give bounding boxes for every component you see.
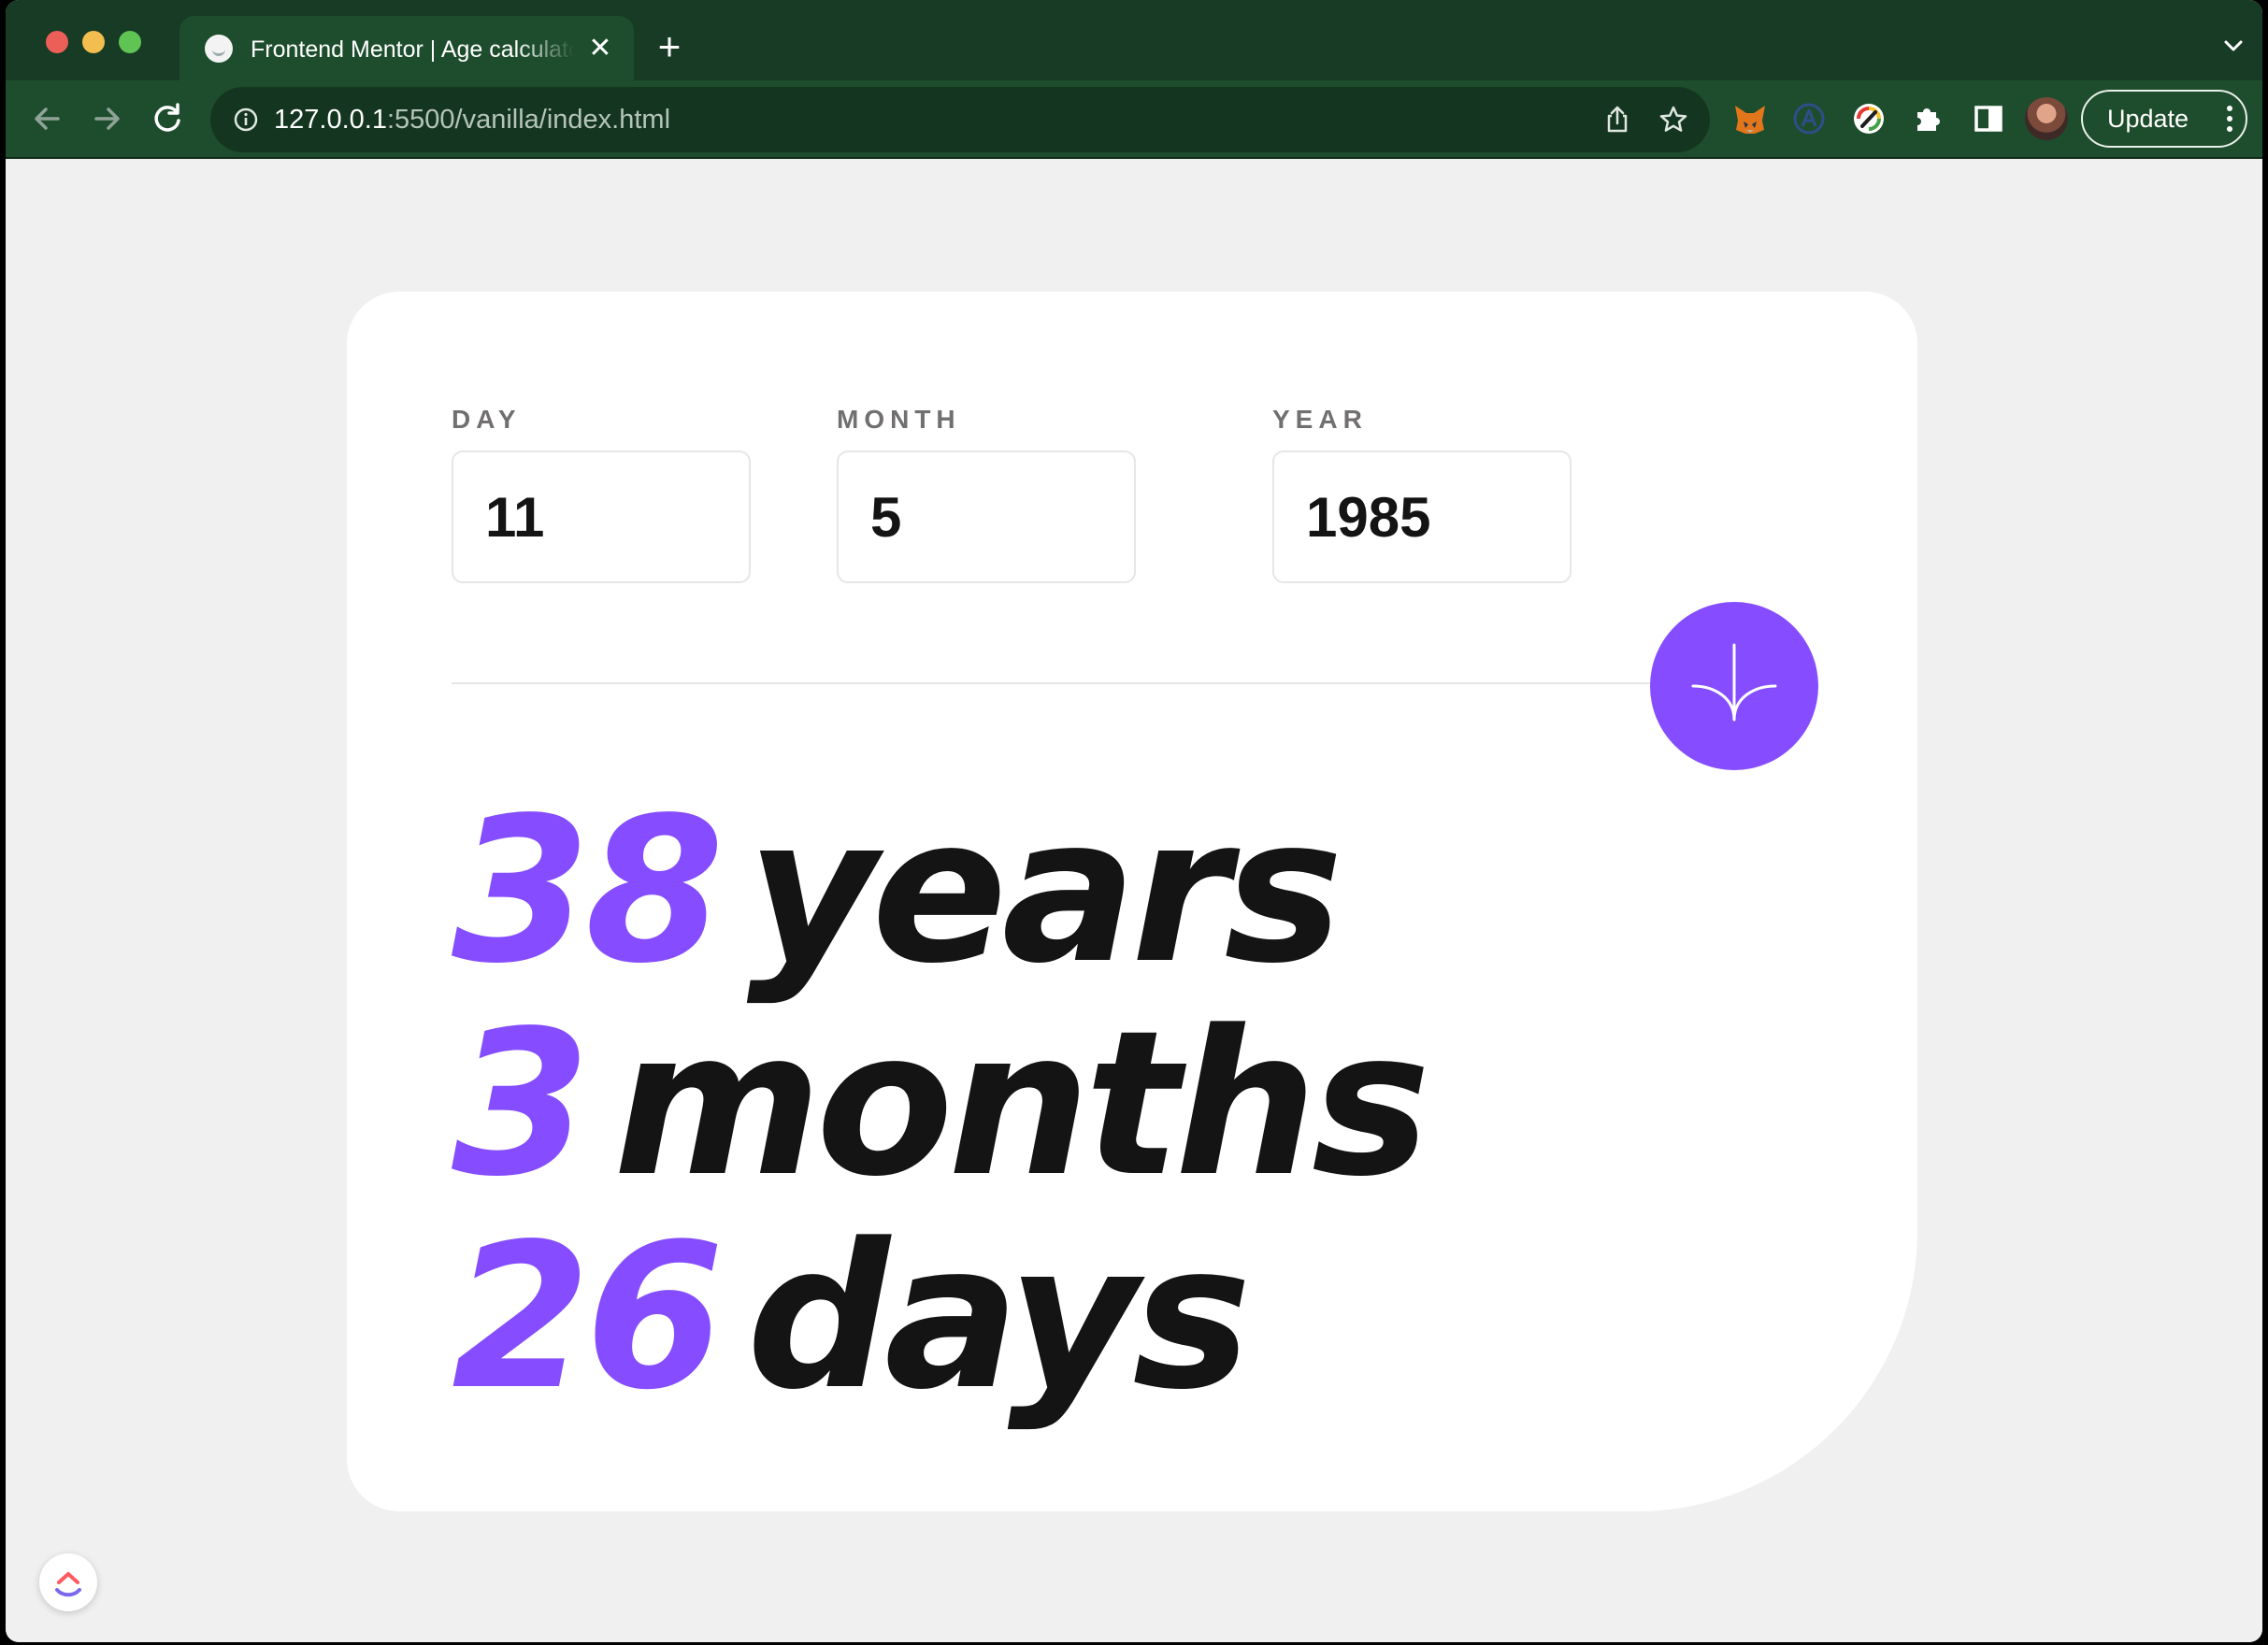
reload-icon[interactable] — [144, 95, 191, 142]
days-result: 26 days — [452, 1211, 1425, 1424]
side-panel-icon[interactable] — [1969, 99, 2008, 138]
day-input[interactable] — [452, 451, 751, 583]
years-value: 38 — [452, 775, 725, 1008]
url-host: 127.0.0.1 — [274, 105, 387, 135]
year-input[interactable] — [1272, 451, 1572, 583]
star-icon[interactable] — [1658, 104, 1689, 136]
years-unit: years — [746, 775, 1343, 1008]
days-value: 26 — [452, 1201, 725, 1434]
days-unit: days — [746, 1201, 1252, 1434]
minimize-window-button[interactable] — [82, 31, 105, 53]
months-value: 3 — [452, 988, 591, 1221]
chevron-down-icon[interactable] — [2221, 34, 2246, 58]
clickup-logo — [55, 1572, 81, 1597]
update-button[interactable]: Update — [2081, 90, 2247, 148]
more-icon[interactable] — [2227, 105, 2232, 133]
years-result: 38 years — [452, 785, 1425, 998]
info-icon[interactable] — [233, 107, 259, 133]
favicon-icon — [205, 35, 233, 63]
day-field: DAY — [452, 404, 751, 583]
arrow-down-icon — [1691, 643, 1777, 722]
page-content: DAY MONTH YEAR 38years — [6, 161, 2262, 1642]
browser-toolbar: 127.0.0.1:5500/vanilla/index.html Update — [6, 80, 2262, 159]
calculate-button[interactable] — [1650, 602, 1818, 770]
day-label: DAY — [452, 405, 522, 434]
tab-strip: Frontend Mentor | Age calculator app ✕ + — [6, 0, 2262, 80]
maximize-window-button[interactable] — [119, 31, 141, 53]
address-bar[interactable]: 127.0.0.1:5500/vanilla/index.html — [210, 87, 1710, 152]
month-label: MONTH — [837, 405, 961, 434]
months-unit: months — [612, 988, 1430, 1221]
back-icon[interactable] — [24, 95, 71, 142]
divider — [452, 682, 1658, 684]
url-text: 127.0.0.1:5500/vanilla/index.html — [274, 103, 670, 136]
url-path: :5500/vanilla/index.html — [386, 105, 671, 135]
extension-pen-icon[interactable] — [1849, 99, 1888, 138]
new-tab-button[interactable]: + — [651, 27, 688, 66]
puzzle-icon[interactable] — [1909, 99, 1948, 138]
year-label: YEAR — [1272, 405, 1368, 434]
age-calculator-card: DAY MONTH YEAR 38years — [347, 292, 1917, 1511]
extension-a-icon[interactable] — [1789, 99, 1829, 138]
close-window-button[interactable] — [46, 31, 68, 53]
update-label: Update — [2107, 105, 2189, 133]
tab-close-icon[interactable]: ✕ — [584, 33, 616, 64]
months-result: 3 months — [452, 998, 1430, 1211]
results: 38 years 3 months 26 days — [452, 785, 1430, 1424]
share-icon[interactable] — [1601, 104, 1633, 136]
tab-title: Frontend Mentor | Age calculator app — [251, 36, 574, 63]
avatar[interactable] — [2025, 97, 2068, 140]
forward-icon[interactable] — [83, 95, 130, 142]
metamask-fox-icon[interactable] — [1730, 99, 1770, 138]
tab-active[interactable]: Frontend Mentor | Age calculator app ✕ — [179, 16, 634, 80]
clickup-icon[interactable] — [39, 1553, 97, 1611]
month-field: MONTH — [837, 404, 1136, 583]
year-field: YEAR — [1272, 404, 1572, 583]
month-input[interactable] — [837, 451, 1136, 583]
browser-window: Frontend Mentor | Age calculator app ✕ + — [6, 0, 2262, 1642]
